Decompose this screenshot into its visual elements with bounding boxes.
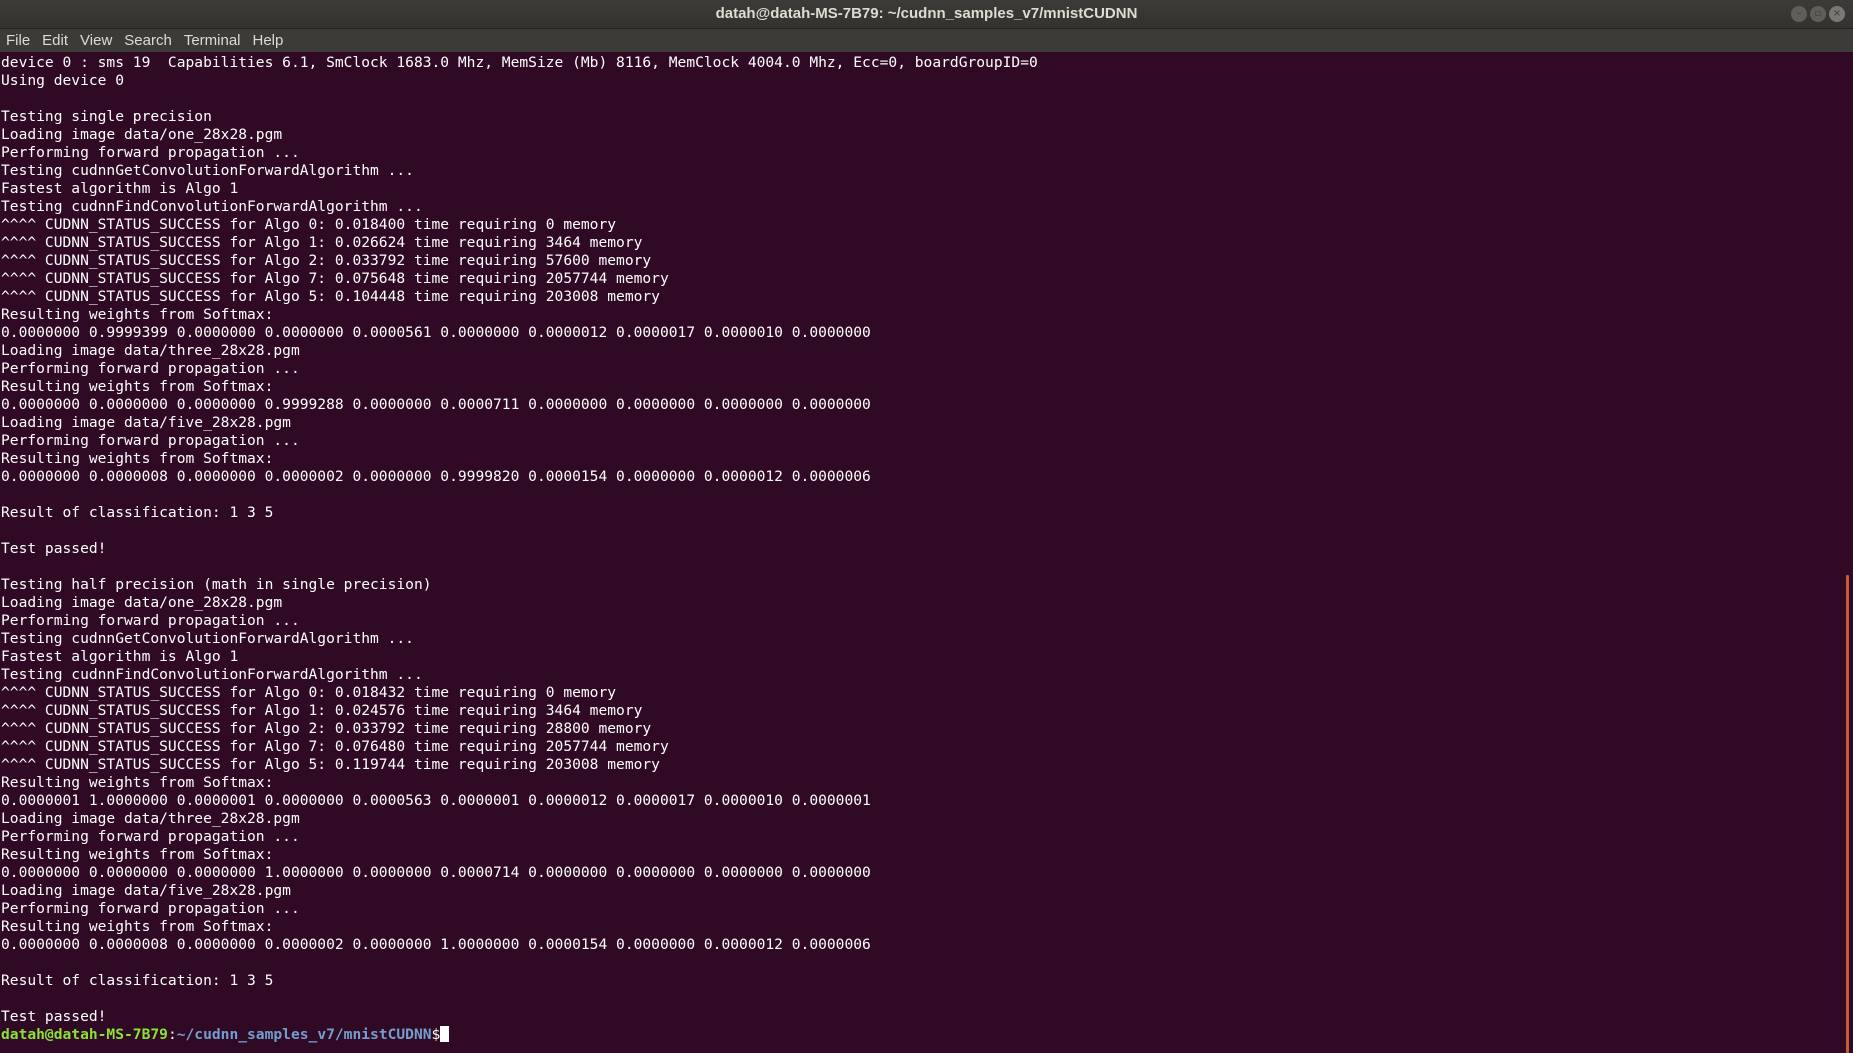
terminal-line: 0.0000000 0.0000008 0.0000000 0.0000002 …	[1, 936, 871, 953]
prompt-user-host: datah@datah-MS-7B79	[1, 1026, 168, 1043]
terminal-line: Resulting weights from Softmax:	[1, 450, 274, 467]
window-controls: – ▫ ×	[1791, 6, 1845, 22]
terminal-line: Testing cudnnFindConvolutionForwardAlgor…	[1, 198, 423, 215]
menu-search[interactable]: Search	[118, 29, 178, 52]
terminal-line: Performing forward propagation ...	[1, 432, 300, 449]
terminal-line: Testing cudnnFindConvolutionForwardAlgor…	[1, 666, 423, 683]
terminal-line: Result of classification: 1 3 5	[1, 972, 274, 989]
minimize-button[interactable]: –	[1791, 6, 1807, 22]
terminal-line: ^^^^ CUDNN_STATUS_SUCCESS for Algo 0: 0.…	[1, 684, 617, 701]
terminal-line: Performing forward propagation ...	[1, 828, 300, 845]
terminal-line: Loading image data/three_28x28.pgm	[1, 810, 300, 827]
terminal-text: device 0 : sms 19 Capabilities 6.1, SmCl…	[0, 52, 1840, 1044]
terminal-line: Loading image data/five_28x28.pgm	[1, 882, 291, 899]
menu-edit[interactable]: Edit	[36, 29, 74, 52]
terminal-line: ^^^^ CUDNN_STATUS_SUCCESS for Algo 7: 0.…	[1, 270, 669, 287]
terminal-output[interactable]: device 0 : sms 19 Capabilities 6.1, SmCl…	[0, 52, 1840, 1053]
terminal-line: Loading image data/one_28x28.pgm	[1, 126, 283, 143]
terminal-line: Result of classification: 1 3 5	[1, 504, 274, 521]
prompt-separator: :	[167, 1026, 177, 1043]
terminal-line: ^^^^ CUDNN_STATUS_SUCCESS for Algo 1: 0.…	[1, 234, 643, 251]
terminal-line: Testing single precision	[1, 108, 212, 125]
terminal-line: Using device 0	[1, 72, 125, 89]
terminal-line: Fastest algorithm is Algo 1	[1, 648, 239, 665]
terminal-line: Loading image data/five_28x28.pgm	[1, 414, 291, 431]
terminal-line: Loading image data/three_28x28.pgm	[1, 342, 300, 359]
terminal-line: 0.0000000 0.0000000 0.0000000 1.0000000 …	[1, 864, 871, 881]
terminal-line: Performing forward propagation ...	[1, 612, 300, 629]
terminal-line: device 0 : sms 19 Capabilities 6.1, SmCl…	[1, 54, 1038, 71]
terminal-line: Resulting weights from Softmax:	[1, 918, 274, 935]
terminal-line: ^^^^ CUDNN_STATUS_SUCCESS for Algo 5: 0.…	[1, 756, 660, 773]
terminal-line: ^^^^ CUDNN_STATUS_SUCCESS for Algo 1: 0.…	[1, 702, 643, 719]
terminal-line: Fastest algorithm is Algo 1	[1, 180, 239, 197]
terminal-line: ^^^^ CUDNN_STATUS_SUCCESS for Algo 2: 0.…	[1, 252, 652, 269]
maximize-button[interactable]: ▫	[1810, 6, 1826, 22]
terminal-line: Testing cudnnGetConvolutionForwardAlgori…	[1, 162, 414, 179]
menu-view[interactable]: View	[74, 29, 118, 52]
terminal-line: ^^^^ CUDNN_STATUS_SUCCESS for Algo 2: 0.…	[1, 720, 652, 737]
terminal-line: Testing half precision (math in single p…	[1, 576, 432, 593]
terminal-line: Resulting weights from Softmax:	[1, 774, 274, 791]
terminal-line: Loading image data/one_28x28.pgm	[1, 594, 283, 611]
title-bar[interactable]: datah@datah-MS-7B79: ~/cudnn_samples_v7/…	[0, 0, 1853, 29]
scrollbar[interactable]	[1840, 52, 1853, 1053]
terminal-line: Testing cudnnGetConvolutionForwardAlgori…	[1, 630, 414, 647]
terminal-line: ^^^^ CUDNN_STATUS_SUCCESS for Algo 0: 0.…	[1, 216, 617, 233]
terminal-line: Performing forward propagation ...	[1, 360, 300, 377]
prompt-symbol: $	[431, 1026, 441, 1043]
terminal-line: Performing forward propagation ...	[1, 900, 300, 917]
scrollbar-thumb[interactable]	[1846, 575, 1849, 1053]
terminal-line: 0.0000001 1.0000000 0.0000001 0.0000000 …	[1, 792, 871, 809]
window-title: datah@datah-MS-7B79: ~/cudnn_samples_v7/…	[715, 5, 1138, 22]
shell-prompt[interactable]: datah@datah-MS-7B79:~/cudnn_samples_v7/m…	[1, 1026, 1840, 1044]
prompt-path: ~/cudnn_samples_v7/mnistCUDNN	[176, 1026, 432, 1043]
menu-help[interactable]: Help	[247, 29, 290, 52]
terminal-line: 0.0000000 0.9999399 0.0000000 0.0000000 …	[1, 324, 871, 341]
terminal-line: ^^^^ CUDNN_STATUS_SUCCESS for Algo 5: 0.…	[1, 288, 660, 305]
menu-bar: File Edit View Search Terminal Help	[0, 29, 1853, 52]
terminal-line: 0.0000000 0.0000008 0.0000000 0.0000002 …	[1, 468, 871, 485]
terminal-line: Resulting weights from Softmax:	[1, 846, 274, 863]
terminal-line: Test passed!	[1, 540, 107, 557]
terminal-line: Resulting weights from Softmax:	[1, 306, 274, 323]
terminal-line: Test passed!	[1, 1008, 107, 1025]
terminal-line: Performing forward propagation ...	[1, 144, 300, 161]
menu-terminal[interactable]: Terminal	[178, 29, 247, 52]
terminal-window: datah@datah-MS-7B79: ~/cudnn_samples_v7/…	[0, 0, 1853, 1053]
close-button[interactable]: ×	[1829, 6, 1845, 22]
menu-file[interactable]: File	[0, 29, 36, 52]
terminal-line: ^^^^ CUDNN_STATUS_SUCCESS for Algo 7: 0.…	[1, 738, 669, 755]
text-cursor	[440, 1026, 450, 1042]
terminal-line: 0.0000000 0.0000000 0.0000000 0.9999288 …	[1, 396, 871, 413]
terminal-line: Resulting weights from Softmax:	[1, 378, 274, 395]
